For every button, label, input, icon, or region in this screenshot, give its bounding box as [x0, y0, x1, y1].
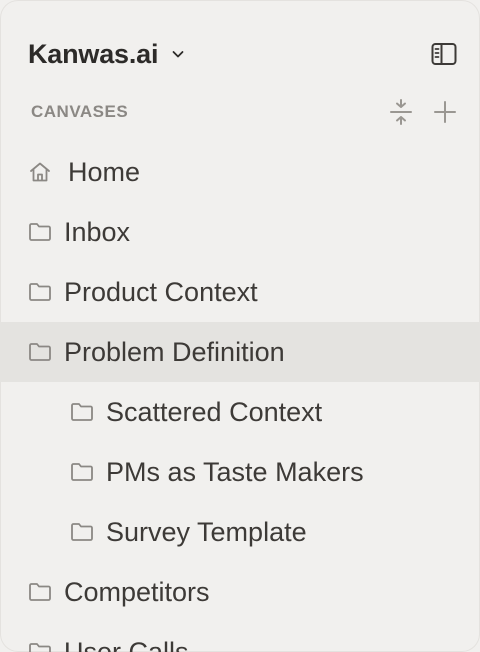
chevron-down-icon [170, 46, 186, 62]
canvas-item-survey-template[interactable]: Survey Template [0, 502, 480, 562]
canvases-section-header: CANVASES [31, 96, 458, 128]
sidebar-toggle-icon [431, 42, 457, 66]
canvas-item-label: User Calls [64, 636, 189, 652]
folder-icon [70, 400, 94, 424]
canvas-item-label: PMs as Taste Makers [106, 456, 364, 487]
canvas-item-scattered-context[interactable]: Scattered Context [0, 382, 480, 442]
add-canvas-button[interactable] [432, 99, 458, 125]
collapse-expand-button[interactable] [388, 99, 414, 125]
section-title: CANVASES [31, 102, 129, 121]
canvas-item-label: Problem Definition [64, 336, 285, 367]
canvas-item-label: Scattered Context [106, 396, 323, 427]
canvas-item-label: Product Context [64, 276, 258, 307]
folder-icon [28, 280, 52, 304]
folder-icon [70, 460, 94, 484]
canvas-item-user-calls[interactable]: User Calls [0, 622, 480, 652]
canvas-list: Home Inbox Product Context Problem Defin… [0, 142, 480, 652]
sidebar-header: Kanwas.ai [28, 34, 458, 74]
canvas-item-label: Competitors [64, 576, 210, 607]
sidebar-toggle-button[interactable] [430, 40, 458, 68]
canvas-item-home[interactable]: Home [0, 142, 480, 202]
folder-icon [28, 640, 52, 652]
canvas-item-competitors[interactable]: Competitors [0, 562, 480, 622]
folder-icon [28, 340, 52, 364]
canvas-item-problem-definition[interactable]: Problem Definition [0, 322, 480, 382]
home-icon [28, 160, 52, 184]
canvas-item-pms-as-taste-makers[interactable]: PMs as Taste Makers [0, 442, 480, 502]
canvas-item-product-context[interactable]: Product Context [0, 262, 480, 322]
canvas-item-label: Survey Template [106, 516, 307, 547]
canvas-item-inbox[interactable]: Inbox [0, 202, 480, 262]
sidebar-panel: Kanwas.ai CANVASES Home Inbox Product Co… [0, 0, 480, 652]
workspace-switcher[interactable]: Kanwas.ai [28, 39, 186, 70]
section-actions [388, 99, 458, 125]
workspace-name: Kanwas.ai [28, 38, 159, 69]
canvas-item-label: Inbox [64, 216, 131, 247]
collapse-expand-icon [389, 98, 413, 126]
plus-icon [433, 100, 457, 124]
folder-icon [70, 520, 94, 544]
folder-icon [28, 220, 52, 244]
canvas-item-label: Home [68, 156, 141, 187]
folder-icon [28, 580, 52, 604]
